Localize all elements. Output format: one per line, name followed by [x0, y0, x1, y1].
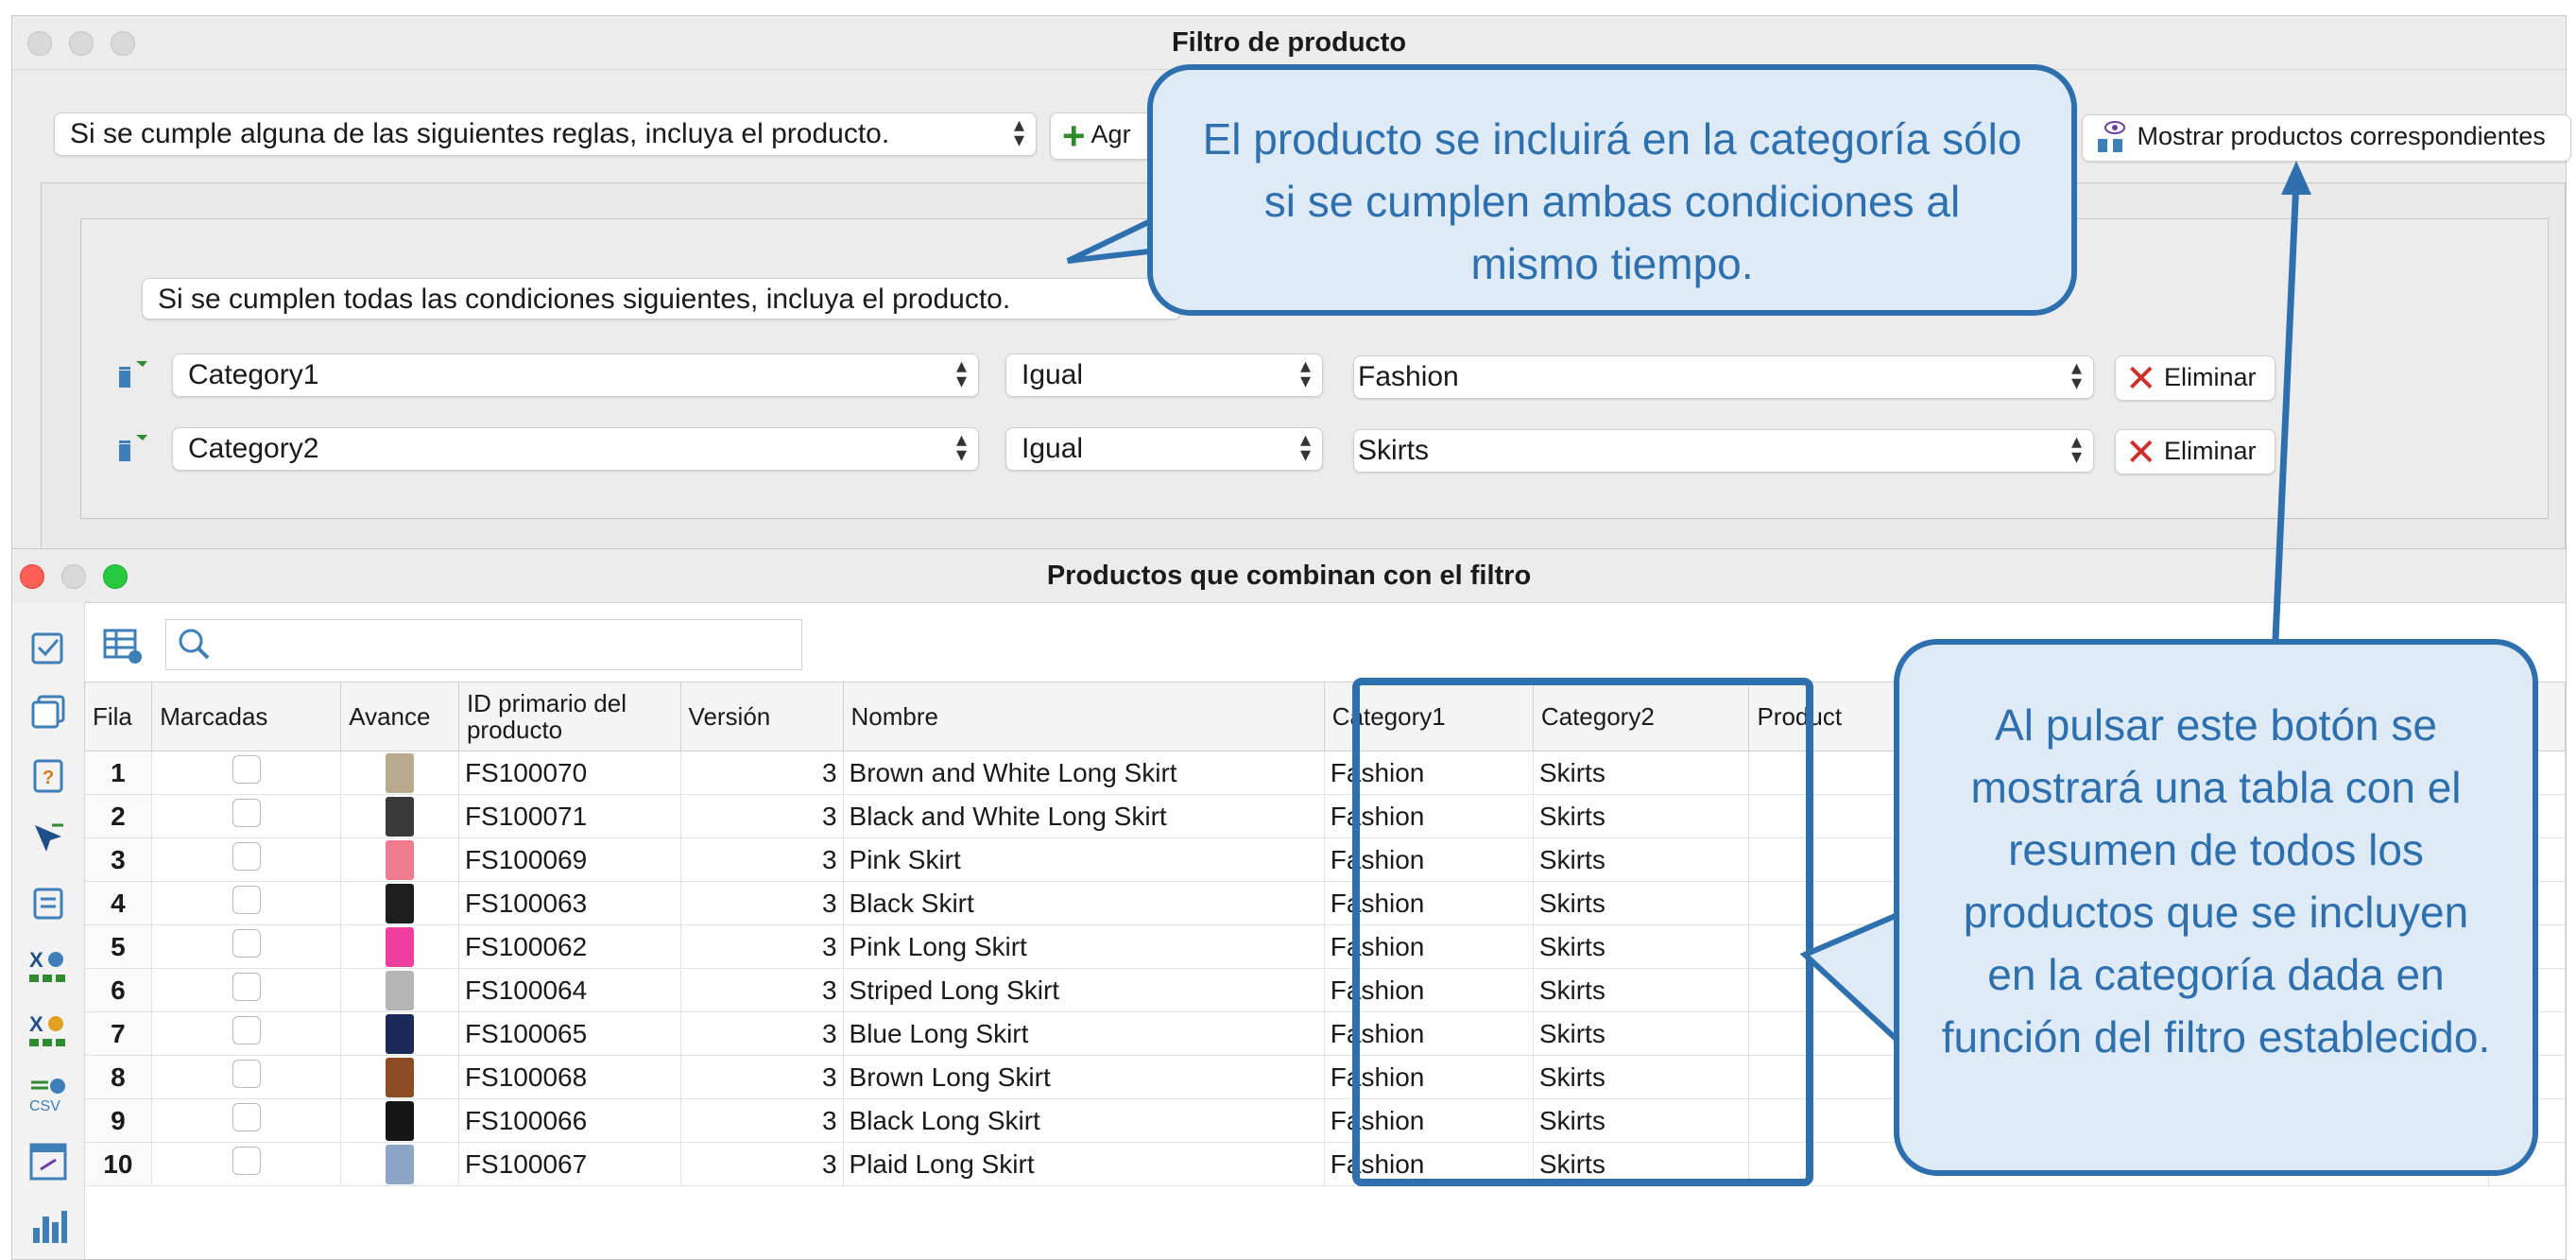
callout-top: El producto se incluirá en la categoría …: [1147, 64, 2077, 316]
callout-right: Al pulsar este botón se mostrará una tab…: [1894, 639, 2538, 1176]
arrow-head-icon: [2281, 161, 2311, 195]
callout-top-text: El producto se incluirá en la categoría …: [1202, 114, 2022, 288]
arrow-line: [2272, 179, 2300, 640]
callout-right-text: Al pulsar este botón se mostrará una tab…: [1941, 700, 2491, 1062]
